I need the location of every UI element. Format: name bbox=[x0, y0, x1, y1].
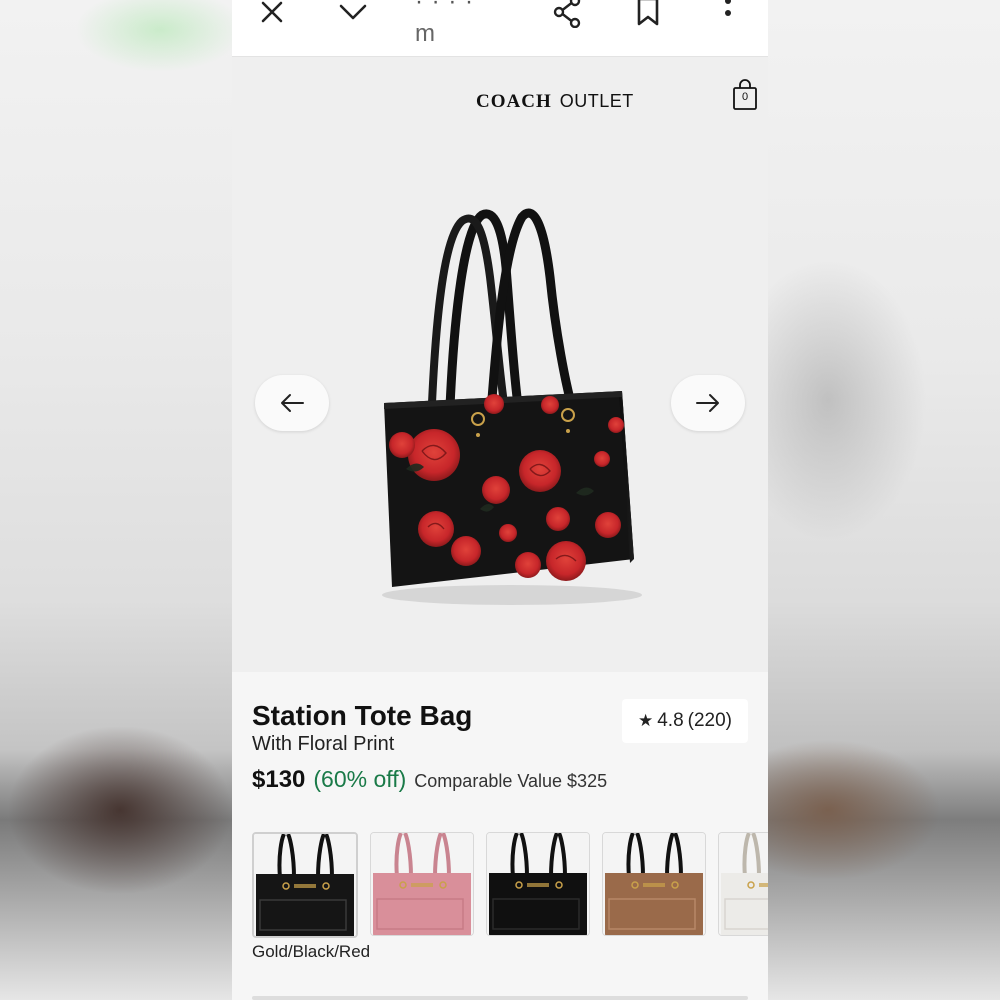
browser-toolbar: · · · · m bbox=[232, 0, 768, 57]
bookmark-icon[interactable] bbox=[630, 0, 666, 30]
previous-image-button[interactable] bbox=[255, 375, 329, 431]
color-swatch[interactable] bbox=[486, 832, 590, 936]
shopping-bag-icon[interactable]: 0 bbox=[732, 79, 758, 111]
comparable-value: Comparable Value $325 bbox=[414, 771, 608, 791]
star-icon: ★ bbox=[637, 711, 654, 730]
color-swatches bbox=[252, 832, 768, 938]
swatch-thumbnail bbox=[603, 833, 705, 935]
product-title: Station Tote Bag bbox=[252, 700, 473, 731]
swatch-thumbnail bbox=[254, 834, 356, 936]
swatch-thumbnail bbox=[487, 833, 589, 935]
phone-screen: · · · · m COACH OUTLET 0 Station Tote Ba… bbox=[232, 0, 768, 1000]
rating-badge[interactable]: ★ 4.8 (220) bbox=[622, 699, 748, 743]
arrow-left-icon bbox=[281, 394, 304, 412]
blurred-background-left bbox=[0, 0, 232, 1000]
product-subtitle: With Floral Print bbox=[252, 733, 395, 755]
swatch-thumbnail bbox=[371, 833, 473, 935]
color-swatch[interactable] bbox=[602, 832, 706, 936]
coach-outlet-logo[interactable]: COACH OUTLET bbox=[476, 91, 634, 113]
rating-value: 4.8 bbox=[657, 710, 684, 731]
product-hero: COACH OUTLET 0 bbox=[232, 57, 768, 672]
url-text[interactable]: · · · · bbox=[415, 0, 474, 16]
brand-outlet: OUTLET bbox=[559, 91, 634, 111]
close-icon[interactable] bbox=[254, 0, 290, 30]
selected-color-label: Gold/Black/Red bbox=[252, 942, 371, 961]
next-image-button[interactable] bbox=[671, 375, 745, 431]
bottom-divider bbox=[252, 996, 748, 1000]
brand-name: COACH bbox=[476, 91, 552, 112]
product-image[interactable] bbox=[372, 207, 642, 607]
product-info: Station Tote Bag With Floral Print ★ 4.8… bbox=[232, 672, 768, 1000]
more-vert-icon[interactable] bbox=[710, 0, 746, 30]
url-subtext: m bbox=[415, 20, 435, 47]
color-swatch[interactable] bbox=[370, 832, 474, 936]
chevron-down-icon[interactable] bbox=[335, 0, 371, 30]
swatch-thumbnail bbox=[719, 833, 768, 935]
review-count: (220) bbox=[687, 710, 733, 731]
cart-count: 0 bbox=[741, 91, 749, 103]
arrow-right-icon bbox=[696, 394, 719, 412]
color-swatch[interactable] bbox=[718, 832, 768, 936]
blurred-background-right bbox=[768, 0, 1000, 1000]
color-swatch[interactable] bbox=[252, 832, 358, 938]
sale-price: $130 bbox=[252, 766, 306, 793]
discount-label: (60% off) bbox=[313, 766, 407, 792]
price-row: $130 (60% off) Comparable Value $325 bbox=[252, 766, 607, 794]
share-icon[interactable] bbox=[550, 0, 586, 30]
